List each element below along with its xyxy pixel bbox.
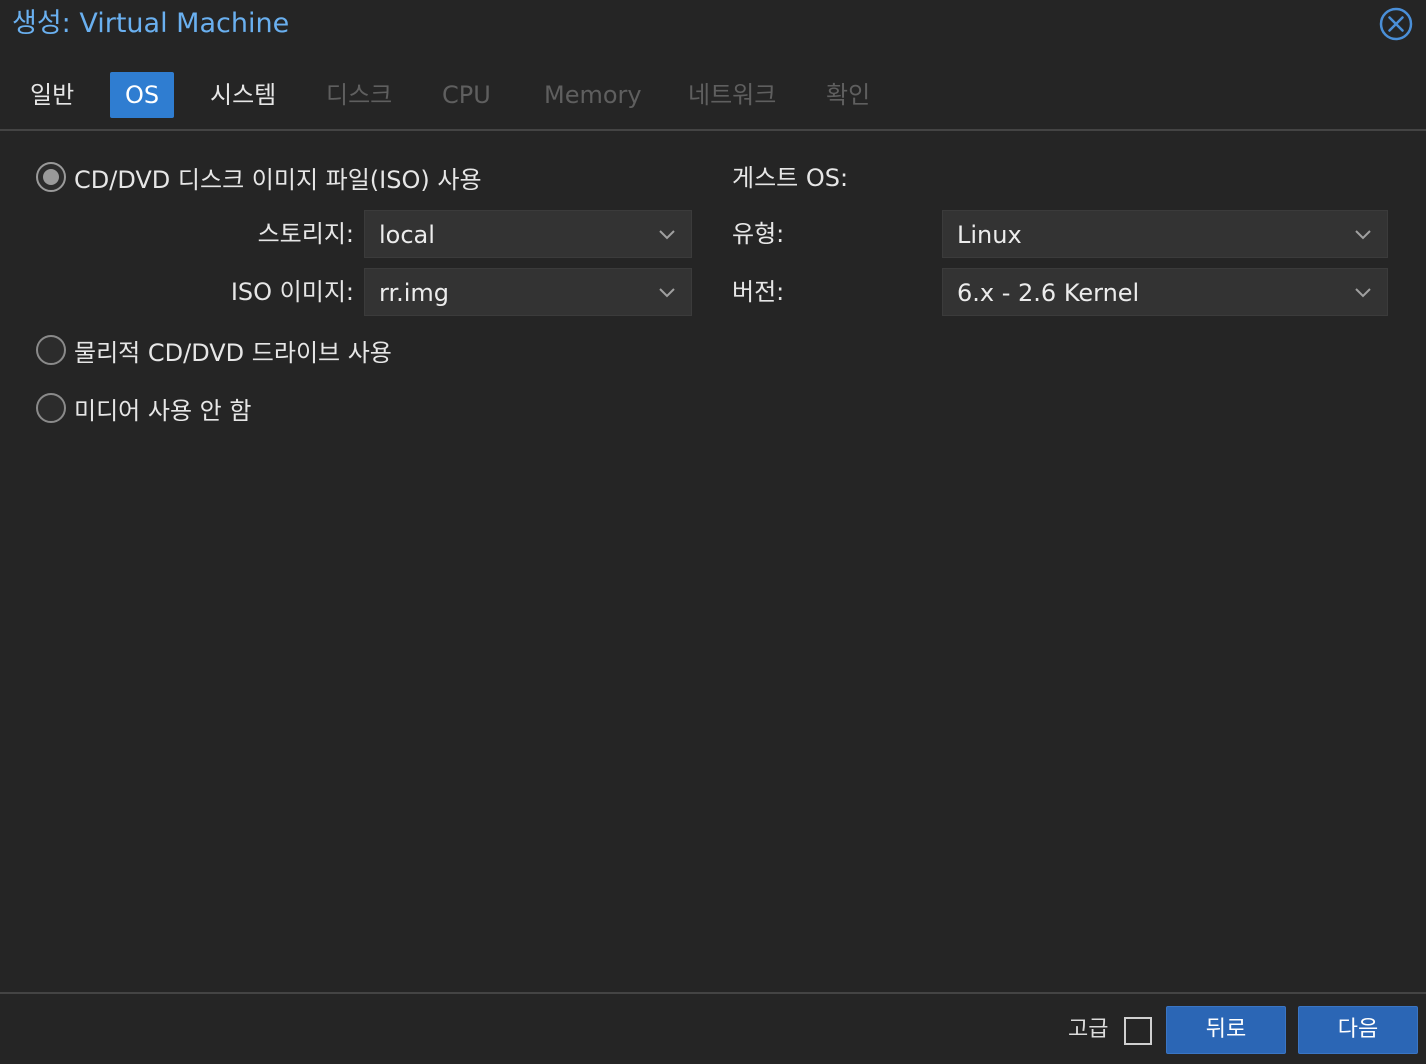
tab-network: 네트워크	[688, 81, 777, 109]
tab-disk: 디스크	[326, 81, 393, 109]
radio-button-checked[interactable]	[36, 162, 66, 192]
chevron-down-icon	[1355, 230, 1371, 240]
dialog-header: 생성: Virtual Machine	[0, 0, 1426, 50]
next-button[interactable]: 다음	[1298, 1006, 1418, 1054]
chevron-down-icon	[659, 230, 675, 240]
tab-divider	[0, 129, 1426, 131]
dialog-title: 생성: Virtual Machine	[12, 8, 290, 39]
iso-image-label: ISO 이미지:	[230, 278, 354, 306]
os-version-select[interactable]: 6.x - 2.6 Kernel	[942, 268, 1388, 316]
create-vm-dialog: 생성: Virtual Machine 일반 OS 시스템 디스크 CPU Me…	[0, 0, 1426, 1064]
tab-cpu: CPU	[442, 81, 491, 109]
footer-divider	[0, 992, 1426, 994]
radio-no-media[interactable]: 미디어 사용 안 함	[36, 390, 251, 426]
radio-label: 미디어 사용 안 함	[74, 396, 252, 425]
storage-value: local	[379, 221, 435, 249]
advanced-label: 고급	[1068, 1017, 1109, 1042]
tab-memory: Memory	[544, 81, 642, 109]
tab-os[interactable]: OS	[110, 72, 174, 118]
os-version-value: 6.x - 2.6 Kernel	[957, 279, 1140, 307]
os-type-value: Linux	[957, 221, 1022, 249]
iso-image-value: rr.img	[379, 279, 450, 307]
back-button[interactable]: 뒤로	[1166, 1006, 1286, 1054]
radio-iso-image[interactable]: CD/DVD 디스크 이미지 파일(ISO) 사용	[36, 159, 482, 195]
os-type-select[interactable]: Linux	[942, 210, 1388, 258]
chevron-down-icon	[1355, 288, 1371, 298]
iso-image-select[interactable]: rr.img	[364, 268, 692, 316]
tab-confirm: 확인	[826, 81, 871, 109]
tab-system[interactable]: 시스템	[196, 72, 290, 118]
radio-physical-drive[interactable]: 물리적 CD/DVD 드라이브 사용	[36, 332, 392, 368]
os-version-label: 버전:	[732, 278, 785, 306]
radio-label: 물리적 CD/DVD 드라이브 사용	[74, 338, 392, 367]
advanced-checkbox[interactable]	[1124, 1017, 1152, 1045]
chevron-down-icon	[659, 288, 675, 298]
radio-button[interactable]	[36, 335, 66, 365]
guest-os-title: 게스트 OS:	[732, 164, 849, 192]
radio-label: CD/DVD 디스크 이미지 파일(ISO) 사용	[74, 165, 482, 194]
radio-button[interactable]	[36, 393, 66, 423]
os-type-label: 유형:	[732, 220, 785, 248]
tab-general[interactable]: 일반	[16, 72, 88, 118]
storage-label: 스토리지:	[257, 220, 354, 248]
tab-bar: 일반 OS 시스템 디스크 CPU Memory 네트워크 확인	[0, 72, 1426, 132]
close-icon[interactable]	[1378, 6, 1414, 42]
storage-select[interactable]: local	[364, 210, 692, 258]
